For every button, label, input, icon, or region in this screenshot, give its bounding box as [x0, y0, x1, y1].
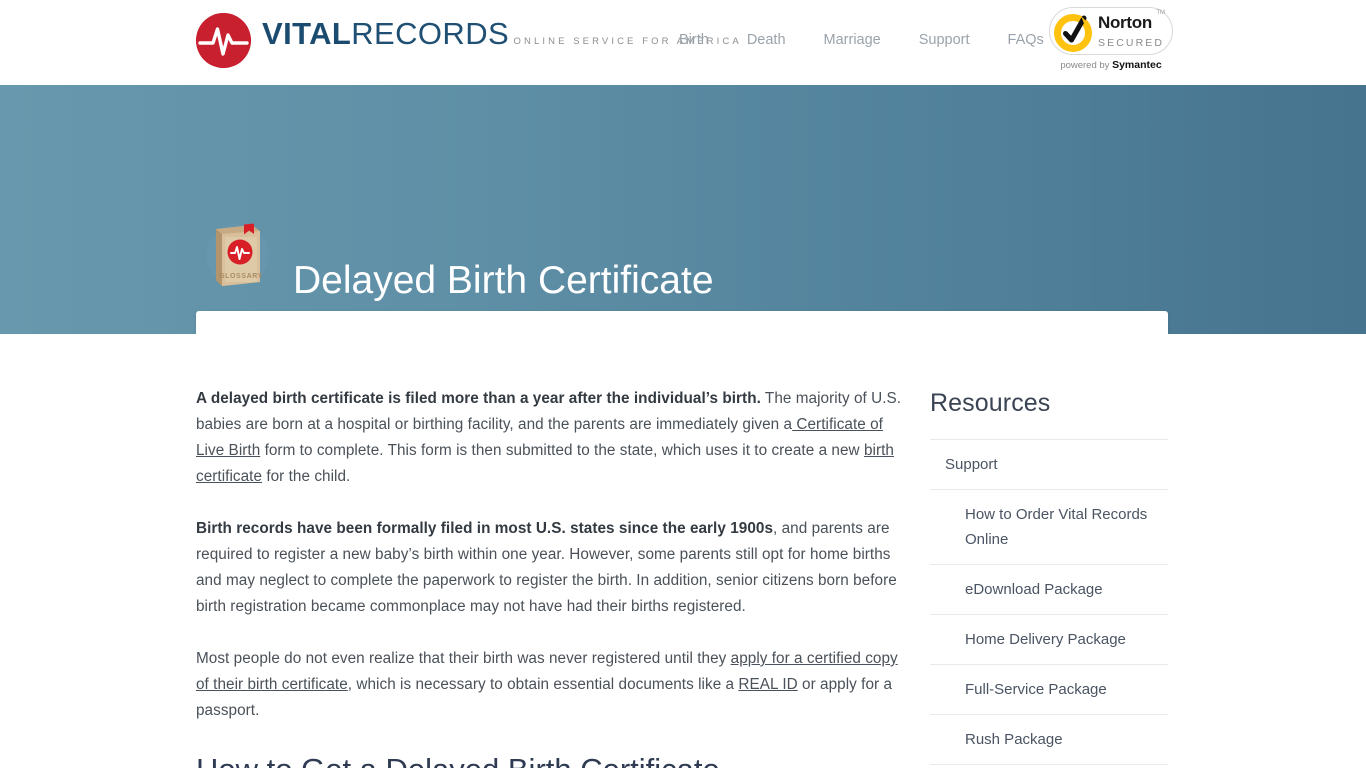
norton-wordmark: Norton SECURED — [1098, 14, 1172, 51]
norton-checkmark-icon — [1054, 12, 1094, 52]
norton-trademark-text: TM — [1156, 10, 1165, 16]
resources-list-item: Home Delivery Package — [930, 615, 1168, 665]
resources-list-item: Rush Package — [930, 715, 1168, 765]
brand-title-vital: VITAL — [262, 16, 352, 51]
resources-list-item: Support — [930, 440, 1168, 490]
site-header: VITALRECORDS ONLINE SERVICE FOR AMERICA … — [0, 0, 1366, 85]
resource-link-3[interactable]: Home Delivery Package — [930, 615, 1168, 664]
resource-link-5[interactable]: Rush Package — [930, 715, 1168, 764]
resource-link-0[interactable]: Support — [930, 440, 1168, 489]
paragraph-text: form to complete. This form is then subm… — [260, 442, 864, 459]
paragraph-1-lead: A delayed birth certificate is filed mor… — [196, 390, 761, 407]
inline-link[interactable]: REAL ID — [738, 676, 797, 693]
paragraph-1: A delayed birth certificate is filed mor… — [196, 386, 904, 490]
sidebar-resources: Resources Support How to Order Vital Reco… — [930, 386, 1168, 768]
norton-powered-by: powered by Symantec — [1049, 59, 1173, 71]
paragraph-2: Birth records have been formally filed i… — [196, 516, 904, 620]
resources-list-item: eDownload Package — [930, 565, 1168, 615]
glossary-book-icon: GLOSSARY — [200, 216, 275, 291]
norton-powered-prefix: powered by — [1060, 60, 1113, 71]
symantec-brand-text: Symantec — [1112, 59, 1162, 71]
paragraph-3: Most people do not even realize that the… — [196, 646, 904, 724]
resource-link-4[interactable]: Full-Service Package — [930, 665, 1168, 714]
paragraph-text: , which is necessary to obtain essential… — [347, 676, 739, 693]
hero-banner: GLOSSARY Delayed Birth Certificate — [0, 85, 1366, 381]
resources-list-item: How to Order Vital Records Online — [930, 490, 1168, 565]
sidebar-title: Resources — [930, 389, 1051, 417]
resources-list: Support How to Order Vital Records Online… — [930, 439, 1168, 768]
article-content: A delayed birth certificate is filed mor… — [196, 386, 904, 768]
nav-item-support[interactable]: Support — [900, 32, 989, 48]
nav-item-birth[interactable]: Birth — [660, 32, 728, 48]
resource-link-1[interactable]: How to Order Vital Records Online — [930, 490, 1168, 564]
svg-text:GLOSSARY: GLOSSARY — [219, 273, 263, 280]
nav-item-death[interactable]: Death — [728, 32, 805, 48]
paragraph-text: Most people do not even realize that the… — [196, 650, 731, 667]
section-heading: How to Get a Delayed Birth Certificate — [196, 750, 904, 768]
brand-title: VITALRECORDS — [262, 16, 509, 51]
page-body: A delayed birth certificate is filed mor… — [0, 334, 1366, 768]
norton-name-text: Norton — [1098, 13, 1152, 32]
heartbeat-circle-icon — [196, 13, 251, 68]
nav-item-marriage[interactable]: Marriage — [805, 32, 900, 48]
norton-secured-text: SECURED — [1098, 37, 1165, 49]
header-inner: VITALRECORDS ONLINE SERVICE FOR AMERICA … — [0, 0, 1366, 85]
hero-inner: GLOSSARY Delayed Birth Certificate — [0, 85, 1366, 381]
paragraph-2-lead: Birth records have been formally filed i… — [196, 520, 774, 537]
brand-title-records: RECORDS — [351, 16, 510, 51]
norton-badge-top: Norton SECURED TM — [1049, 7, 1173, 55]
resources-list-item: Full-Service Package — [930, 665, 1168, 715]
paragraph-text: for the child. — [262, 468, 351, 485]
norton-secured-badge[interactable]: Norton SECURED TM powered by Symantec — [1049, 7, 1173, 77]
resource-link-2[interactable]: eDownload Package — [930, 565, 1168, 614]
page-title: Delayed Birth Certificate — [293, 259, 714, 303]
